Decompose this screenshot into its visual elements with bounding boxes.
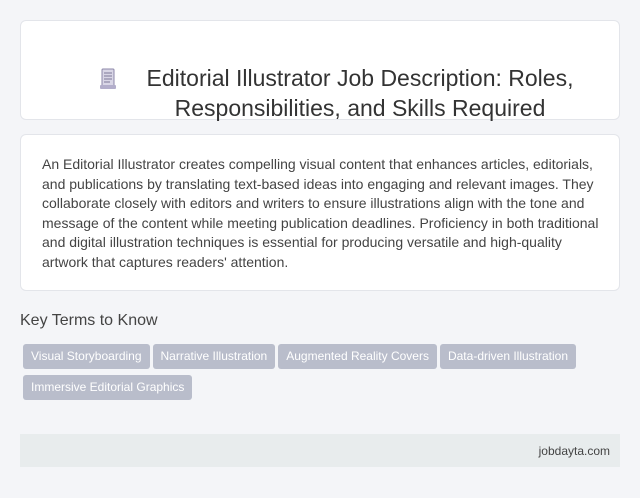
description-text: An Editorial Illustrator creates compell… xyxy=(42,156,599,270)
description-card: An Editorial Illustrator creates compell… xyxy=(20,134,620,291)
page-title: Editorial Illustrator Job Description: R… xyxy=(146,65,574,121)
footer: jobdayta.com xyxy=(20,434,620,467)
footer-site-link[interactable]: jobdayta.com xyxy=(539,444,610,458)
tag-immersive-editorial-graphics[interactable]: Immersive Editorial Graphics xyxy=(23,375,193,400)
tag-augmented-reality-covers[interactable]: Augmented Reality Covers xyxy=(278,344,437,369)
title-card: Editorial Illustrator Job Description: R… xyxy=(20,20,620,121)
key-terms-tags: Visual Storyboarding Narrative Illustrati… xyxy=(23,344,613,406)
tag-visual-storyboarding[interactable]: Visual Storyboarding xyxy=(23,344,150,369)
key-terms-heading: Key Terms to Know xyxy=(20,312,158,329)
document-icon xyxy=(100,68,116,89)
tag-narrative-illustration[interactable]: Narrative Illustration xyxy=(152,344,276,369)
tag-data-driven-illustration[interactable]: Data-driven Illustration xyxy=(439,344,577,369)
